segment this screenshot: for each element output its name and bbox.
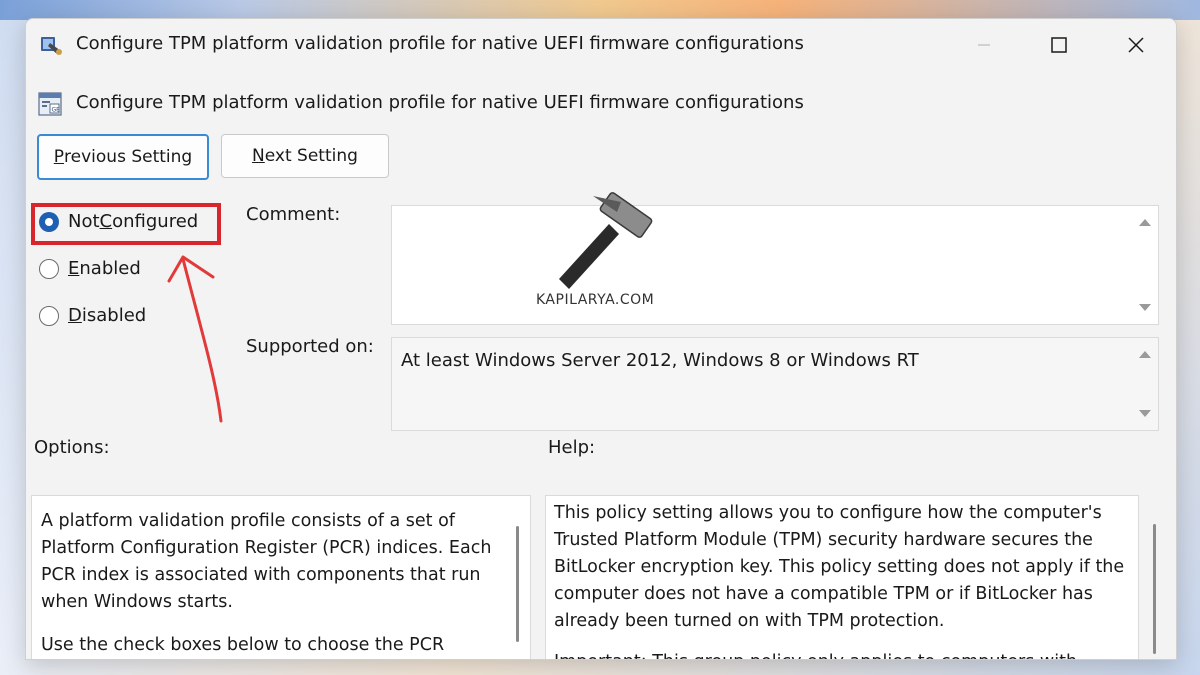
scroll-down-icon	[1139, 304, 1151, 311]
supported-on-value: At least Windows Server 2012, Windows 8 …	[401, 350, 919, 371]
options-line: PCR index is associated with components …	[41, 565, 481, 585]
radio-disabled-mnemonic: D	[68, 305, 82, 326]
help-panel[interactable]: This policy setting allows you to config…	[545, 495, 1139, 659]
radio-disabled-label: isabled	[81, 305, 147, 326]
help-line: This policy setting allows you to config…	[554, 503, 1102, 523]
radio-disabled[interactable]: Disabled	[39, 305, 146, 326]
minimize-icon	[978, 44, 990, 46]
comment-textarea[interactable]	[391, 205, 1159, 325]
radio-enabled-mnemonic: E	[68, 258, 80, 279]
close-button[interactable]	[1113, 27, 1159, 63]
next-setting-label: ext Setting	[264, 146, 358, 166]
options-paragraph-2: Use the check boxes below to choose the …	[41, 635, 445, 655]
supported-scroll-down[interactable]	[1138, 408, 1152, 420]
policy-setting-icon: GE	[38, 92, 62, 116]
help-line: already been turned on with TPM protecti…	[554, 611, 945, 631]
options-line: A platform validation profile consists o…	[41, 511, 455, 531]
help-line: BitLocker encryption key. This policy se…	[554, 557, 1125, 577]
annotation-highlight-box	[31, 203, 221, 245]
radio-disabled-indicator[interactable]	[39, 305, 59, 326]
next-setting-button[interactable]: Next Setting	[221, 134, 389, 178]
options-line: when Windows starts.	[41, 592, 233, 612]
svg-text:GE: GE	[52, 107, 61, 114]
next-setting-mnemonic: N	[252, 146, 265, 166]
supported-on-box: At least Windows Server 2012, Windows 8 …	[391, 337, 1159, 431]
radio-enabled-indicator[interactable]	[39, 258, 59, 279]
radio-enabled[interactable]: Enabled	[39, 258, 141, 279]
policy-dialog-window: Configure TPM platform validation profil…	[25, 18, 1177, 660]
window-title: Configure TPM platform validation profil…	[76, 33, 804, 54]
options-panel[interactable]: A platform validation profile consists o…	[31, 495, 531, 659]
supported-scroll-up[interactable]	[1138, 348, 1152, 360]
help-description: This policy setting allows you to config…	[554, 500, 1124, 635]
maximize-button[interactable]	[1036, 27, 1082, 63]
help-paragraph-2: Important: This group policy only applie…	[554, 649, 1077, 659]
help-line: Trusted Platform Module (TPM) security h…	[554, 530, 1093, 550]
scroll-down-icon	[1139, 410, 1151, 417]
close-icon	[1128, 37, 1144, 53]
setting-header: Configure TPM platform validation profil…	[76, 92, 804, 113]
options-line: Platform Configuration Register (PCR) in…	[41, 538, 492, 558]
comment-scroll-up[interactable]	[1138, 216, 1152, 228]
options-label: Options:	[34, 437, 110, 458]
desktop-background-strip	[0, 0, 1200, 20]
title-bar: Configure TPM platform validation profil…	[26, 19, 1176, 71]
previous-setting-label: revious Setting	[64, 147, 193, 167]
minimize-button[interactable]	[961, 27, 1007, 63]
help-label: Help:	[548, 437, 596, 458]
previous-setting-mnemonic: P	[53, 147, 65, 167]
arrow-annotation	[167, 255, 223, 423]
help-scrollbar[interactable]	[1153, 524, 1156, 654]
help-line: computer does not have a compatible TPM …	[554, 584, 1093, 604]
watermark-text: KAPILARYA.COM	[536, 292, 655, 308]
scroll-up-icon	[1139, 351, 1151, 358]
comment-label: Comment:	[246, 204, 341, 225]
scroll-up-icon	[1139, 219, 1151, 226]
comment-scroll-down[interactable]	[1138, 302, 1152, 314]
maximize-icon	[1051, 37, 1067, 53]
options-scrollbar[interactable]	[516, 526, 519, 642]
options-description: A platform validation profile consists o…	[41, 508, 491, 616]
radio-enabled-label: nabled	[79, 258, 141, 279]
previous-setting-button[interactable]: Previous Setting	[37, 134, 209, 180]
supported-on-label: Supported on:	[246, 336, 374, 357]
policy-app-icon	[41, 37, 62, 55]
